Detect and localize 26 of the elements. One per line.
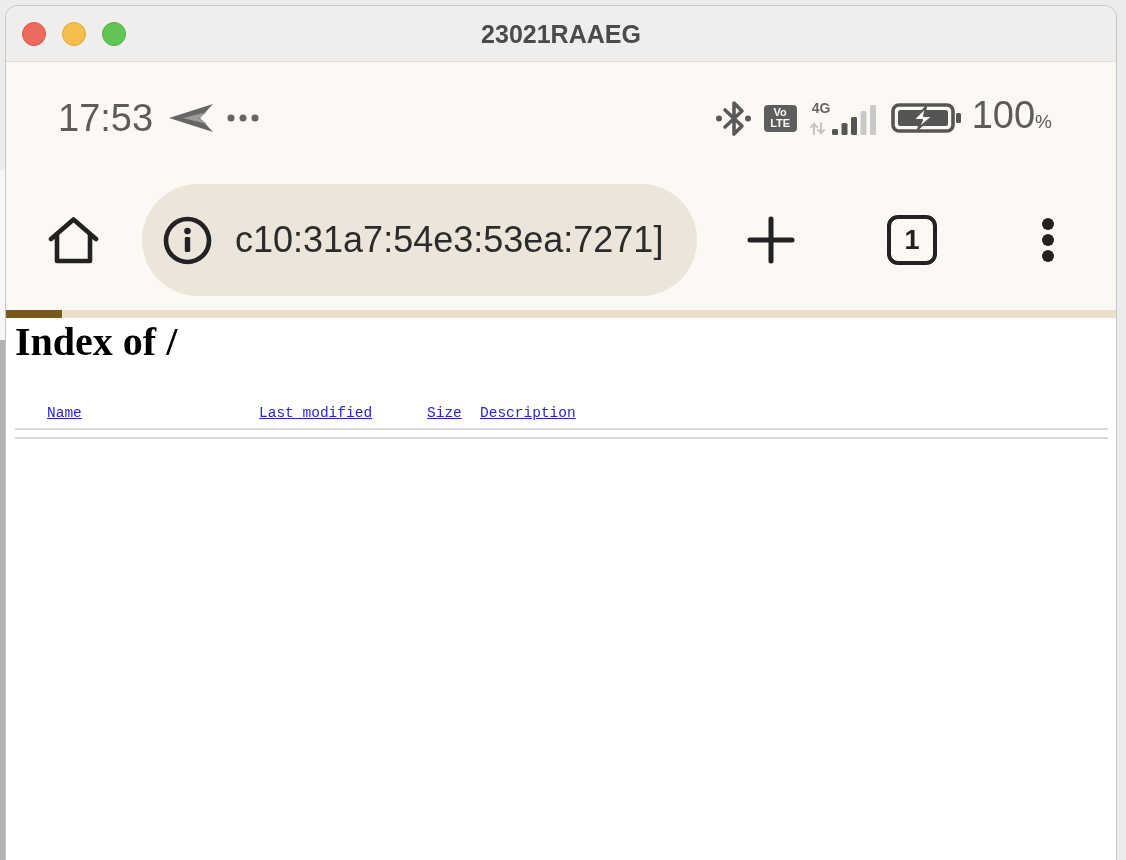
page-heading: Index of / <box>15 318 179 366</box>
bluetooth-icon <box>715 99 751 137</box>
battery-charging-icon <box>890 103 962 133</box>
new-tab-button[interactable] <box>747 216 795 264</box>
home-icon <box>47 216 100 264</box>
menu-button[interactable] <box>1041 217 1055 263</box>
more-icon <box>1041 217 1055 263</box>
column-sort-link[interactable]: Name <box>47 405 82 421</box>
column-sort-link[interactable]: Description <box>480 405 576 421</box>
info-icon[interactable] <box>163 215 212 265</box>
home-button[interactable] <box>47 216 100 264</box>
signal-bars-icon <box>831 105 876 135</box>
dots-icon <box>227 114 260 122</box>
volte-badge: Vo LTE <box>763 104 797 132</box>
column-sort-link[interactable]: Size <box>427 405 462 421</box>
network-type-label: 4G <box>810 101 831 116</box>
column-sort-link[interactable]: Last modified <box>259 405 373 421</box>
clock-time: 17:53 <box>58 96 154 140</box>
window-title: 23021RAAEG <box>481 18 641 49</box>
data-activity-icon <box>809 122 825 135</box>
address-bar[interactable]: c10:31a7:54e3:53ea:7271] <box>142 184 697 296</box>
tab-switcher-button[interactable]: 1 <box>887 215 937 265</box>
battery-percentage: 100% <box>971 92 1052 138</box>
plus-icon <box>747 216 795 264</box>
paper-plane-icon <box>169 103 214 133</box>
close-button[interactable] <box>22 21 46 46</box>
